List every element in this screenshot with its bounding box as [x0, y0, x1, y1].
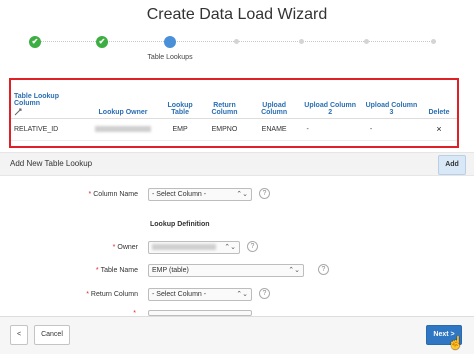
delete-row-icon[interactable]: × — [436, 124, 441, 134]
select-value: - Select Column - — [152, 291, 207, 298]
owner-label: * Owner — [113, 244, 138, 251]
select-value: - Select Column - — [152, 191, 207, 198]
chevron-updown-icon: ⌃⌄ — [288, 267, 300, 274]
table-row: RELATIVE_ID EMP EMPNO ENAME - - × — [11, 118, 457, 141]
lookup-table: Table Lookup Column Lookup Owner Lookup … — [11, 80, 457, 141]
help-icon[interactable]: ? — [318, 264, 329, 275]
step-5-indicator — [299, 39, 304, 44]
step-7-indicator — [431, 39, 436, 44]
chevron-updown-icon: ⌃⌄ — [236, 191, 248, 198]
redacted-owner — [95, 125, 152, 132]
cell-upload-column-3: - — [361, 118, 422, 141]
column-name-label: * Column Name — [89, 191, 138, 198]
step-6-indicator — [364, 39, 369, 44]
header-lookup-owner[interactable]: Lookup Owner — [84, 80, 162, 119]
header-label: Table Lookup Column — [14, 92, 59, 107]
current-step-label: Table Lookups — [147, 54, 193, 61]
wizard-progress: ✔ ✔ Table Lookups — [0, 36, 474, 66]
cell-upload-column-2: - — [298, 118, 362, 141]
dialog-footer: < Cancel Next > ☝ — [0, 316, 474, 354]
table-name-select[interactable]: EMP (table) ⌃⌄ — [148, 264, 304, 277]
return-column-label: * Return Column — [86, 291, 138, 298]
return-column-select[interactable]: - Select Column - ⌃⌄ — [148, 288, 252, 301]
label-text: Table Name — [100, 267, 138, 274]
chevron-updown-icon: ⌃⌄ — [236, 291, 248, 298]
header-lookup-table[interactable]: Lookup Table — [161, 80, 200, 119]
redacted-owner-value — [152, 244, 216, 251]
cell-lookup-owner — [84, 118, 162, 141]
add-lookup-header: Add New Table Lookup Add — [0, 152, 474, 176]
step-1-complete-icon: ✔ — [29, 36, 41, 48]
header-table-lookup-column[interactable]: Table Lookup Column — [11, 80, 85, 119]
cell-lookup-table: EMP — [161, 118, 200, 141]
owner-select[interactable]: ⌃⌄ — [148, 241, 240, 254]
required-marker: * — [88, 191, 92, 198]
chevron-updown-icon: ⌃⌄ — [224, 244, 236, 251]
dialog-title: Create Data Load Wizard — [146, 6, 328, 23]
header-upload-column-3[interactable]: Upload Column 3 — [361, 80, 422, 119]
table-name-row: * Table Name EMP (table) ⌃⌄ ? — [0, 264, 474, 280]
header-upload-column[interactable]: Upload Column — [249, 80, 299, 119]
return-column-row: * Return Column - Select Column - ⌃⌄ ? — [0, 288, 474, 304]
lookup-definition-heading: Lookup Definition — [150, 221, 210, 228]
help-icon[interactable]: ? — [259, 188, 270, 199]
hand-cursor-icon: ☝ — [447, 335, 464, 350]
help-icon[interactable]: ? — [259, 288, 270, 299]
cell-return-column: EMPNO — [199, 118, 250, 141]
cell-lookup-column: RELATIVE_ID — [11, 118, 85, 141]
add-button[interactable]: Add — [438, 155, 466, 175]
required-marker: * — [95, 267, 99, 274]
table-lookups-grid: Table Lookup Column Lookup Owner Lookup … — [9, 78, 459, 148]
cell-upload-column: ENAME — [249, 118, 299, 141]
required-marker: * — [112, 244, 116, 251]
header-return-column[interactable]: Return Column — [199, 80, 250, 119]
label-text: Return Column — [90, 291, 138, 298]
column-name-row: * Column Name - Select Column - ⌃⌄ ? — [0, 188, 474, 204]
label-text: Column Name — [93, 191, 138, 198]
previous-button[interactable]: < — [10, 325, 28, 345]
owner-row: * Owner ⌃⌄ ? — [0, 241, 474, 257]
section-title: Add New Table Lookup — [10, 159, 93, 168]
label-text: Owner — [117, 244, 138, 251]
step-4-indicator — [234, 39, 239, 44]
step-2-complete-icon: ✔ — [96, 36, 108, 48]
help-icon[interactable]: ? — [247, 241, 258, 252]
header-upload-column-2[interactable]: Upload Column 2 — [298, 80, 362, 119]
required-marker: * — [86, 291, 89, 298]
sort-icon — [14, 108, 22, 115]
select-value: EMP (table) — [152, 267, 189, 274]
column-name-select[interactable]: - Select Column - ⌃⌄ — [148, 188, 252, 201]
cell-delete: × — [421, 118, 457, 141]
header-delete: Delete — [421, 80, 457, 119]
step-3-current-indicator — [164, 36, 176, 48]
table-name-label: * Table Name — [96, 267, 138, 274]
cancel-button[interactable]: Cancel — [34, 325, 70, 345]
